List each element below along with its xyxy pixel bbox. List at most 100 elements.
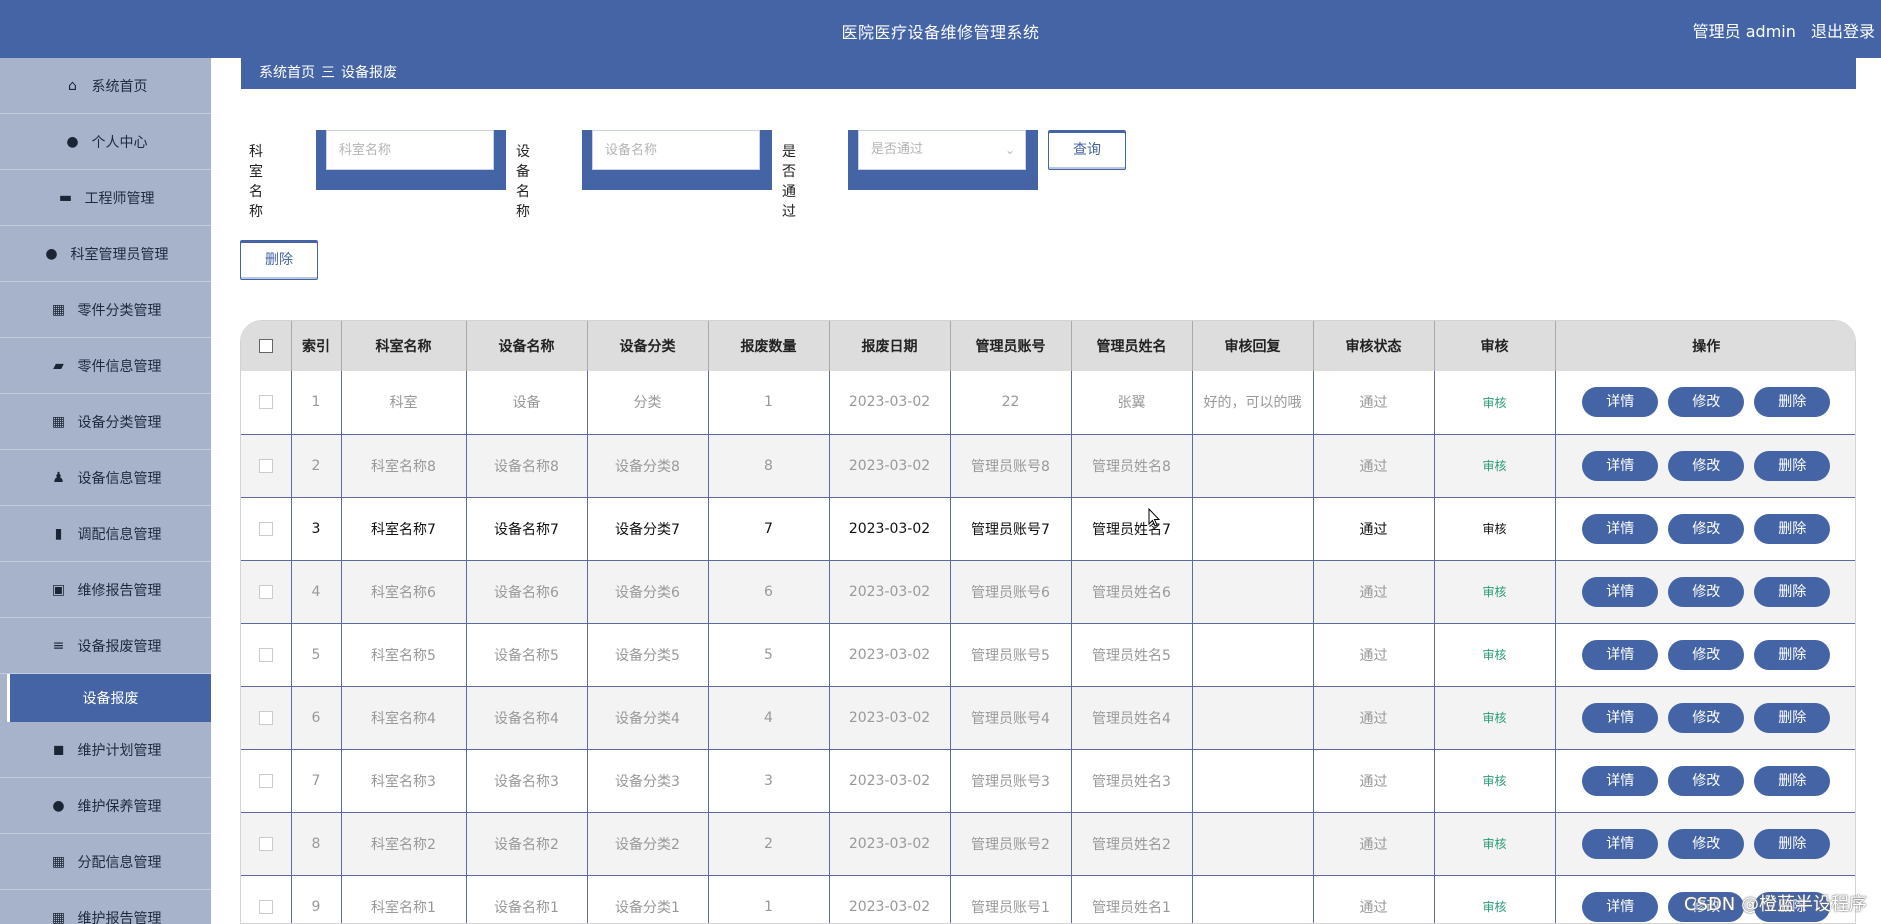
sidebar-item[interactable]: ▦ 分配信息管理 xyxy=(0,834,211,890)
audit-link[interactable]: 审核 xyxy=(1434,749,1556,813)
logout-link[interactable]: 退出登录 xyxy=(1811,22,1875,41)
row-checkbox[interactable] xyxy=(258,395,273,410)
cell-dept: 科室名称5 xyxy=(341,623,467,687)
audit-link[interactable]: 审核 xyxy=(1434,686,1556,750)
detail-button[interactable]: 详情 xyxy=(1582,387,1659,418)
select-all-checkbox[interactable] xyxy=(258,339,273,353)
audit-link[interactable]: 审核 xyxy=(1434,434,1556,498)
delete-button[interactable]: 删除 xyxy=(1754,639,1831,670)
cell-cat: 设备分类1 xyxy=(587,875,709,923)
sidebar-item[interactable]: ≡ 设备报废管理 xyxy=(0,618,211,674)
sidebar-item[interactable]: ▰ 零件信息管理 xyxy=(0,338,211,394)
row-checkbox[interactable] xyxy=(258,836,273,851)
batch-delete-button[interactable]: 删除 xyxy=(240,240,318,280)
sidebar-item[interactable]: ● 个人中心 xyxy=(0,114,211,170)
detail-button[interactable]: 详情 xyxy=(1582,576,1659,607)
cell-dept: 科室名称8 xyxy=(341,434,467,498)
sidebar-subitem-active[interactable]: 设备报废 xyxy=(7,674,211,722)
cell-cat: 设备分类2 xyxy=(587,812,709,876)
row-checkbox[interactable] xyxy=(258,899,273,914)
row-checkbox[interactable] xyxy=(258,521,273,536)
cell-qty: 7 xyxy=(708,497,830,561)
edit-button[interactable]: 修改 xyxy=(1668,387,1745,418)
cell-date: 2023-03-02 xyxy=(829,497,951,561)
sidebar-item[interactable]: ▦ 维护报告管理 xyxy=(0,890,211,924)
edit-button[interactable]: 修改 xyxy=(1668,828,1745,859)
edit-button[interactable]: 修改 xyxy=(1668,639,1745,670)
column-header: 报废日期 xyxy=(829,321,951,371)
edit-button[interactable]: 修改 xyxy=(1668,765,1745,796)
row-select-cell xyxy=(241,560,292,624)
delete-button[interactable]: 删除 xyxy=(1754,576,1831,607)
cell-status: 通过 xyxy=(1313,812,1435,876)
cell-qty: 8 xyxy=(708,434,830,498)
row-select-cell xyxy=(241,812,292,876)
audit-link[interactable]: 审核 xyxy=(1434,371,1556,435)
cell-date: 2023-03-02 xyxy=(829,686,951,750)
cell-device: 设备名称5 xyxy=(466,623,588,687)
detail-button[interactable]: 详情 xyxy=(1582,513,1659,544)
delete-button[interactable]: 删除 xyxy=(1754,828,1831,859)
edit-button[interactable]: 修改 xyxy=(1668,576,1745,607)
delete-button[interactable]: 删除 xyxy=(1754,450,1831,481)
query-button[interactable]: 查询 xyxy=(1048,130,1126,170)
sidebar-item[interactable]: ◼ 维护计划管理 xyxy=(0,722,211,778)
sidebar-item[interactable]: ⌂ 系统首页 xyxy=(0,58,211,114)
sidebar-item-label: 零件分类管理 xyxy=(77,302,162,319)
detail-button[interactable]: 详情 xyxy=(1582,702,1659,733)
row-select-cell xyxy=(241,875,292,923)
sidebar-item-label: 系统首页 xyxy=(91,78,148,95)
delete-button[interactable]: 删除 xyxy=(1754,765,1831,796)
sidebar-item-label: 个人中心 xyxy=(91,134,148,151)
audit-link[interactable]: 审核 xyxy=(1434,497,1556,561)
select-all-cell xyxy=(241,321,292,371)
detail-button[interactable]: 详情 xyxy=(1582,891,1659,922)
clipboard-icon: ▮ xyxy=(54,525,63,542)
breadcrumb-home[interactable]: 系统首页 xyxy=(259,65,315,81)
audit-link[interactable]: 审核 xyxy=(1434,812,1556,876)
cell-device: 设备名称7 xyxy=(466,497,588,561)
sidebar-item[interactable]: ▣ 维修报告管理 xyxy=(0,562,211,618)
edit-button[interactable]: 修改 xyxy=(1668,702,1745,733)
row-select-cell xyxy=(241,749,292,813)
actions-cell: 详情 修改 删除 xyxy=(1555,560,1855,624)
audit-link[interactable]: 审核 xyxy=(1434,875,1556,923)
sidebar-item[interactable]: ▬ 工程师管理 xyxy=(0,170,211,226)
row-checkbox[interactable] xyxy=(258,647,273,662)
row-checkbox[interactable] xyxy=(258,458,273,473)
sidebar-item[interactable]: ▮ 调配信息管理 xyxy=(0,506,211,562)
cell-idx: 2 xyxy=(291,434,342,498)
edit-button[interactable]: 修改 xyxy=(1668,450,1745,481)
detail-button[interactable]: 详情 xyxy=(1582,765,1659,796)
row-checkbox[interactable] xyxy=(258,710,273,725)
device-search-input[interactable] xyxy=(592,130,760,170)
cell-dept: 科室名称7 xyxy=(341,497,467,561)
detail-button[interactable]: 详情 xyxy=(1582,639,1659,670)
sidebar-item[interactable]: ▦ 零件分类管理 xyxy=(0,282,211,338)
cell-idx: 5 xyxy=(291,623,342,687)
cell-cat: 设备分类4 xyxy=(587,686,709,750)
delete-button[interactable]: 删除 xyxy=(1754,513,1831,544)
audit-link[interactable]: 审核 xyxy=(1434,560,1556,624)
dept-search-input[interactable] xyxy=(326,130,494,170)
cell-reply: 好的，可以的哦 xyxy=(1192,371,1314,435)
delete-button[interactable]: 删除 xyxy=(1754,702,1831,733)
cell-cat: 设备分类7 xyxy=(587,497,709,561)
row-checkbox[interactable] xyxy=(258,773,273,788)
sidebar-item[interactable]: ▦ 设备分类管理 xyxy=(0,394,211,450)
pass-select[interactable]: 是否通过 ⌄ xyxy=(858,130,1026,170)
row-select-cell xyxy=(241,686,292,750)
cell-acct: 管理员账号1 xyxy=(950,875,1072,923)
cell-reply xyxy=(1192,749,1314,813)
sidebar-item[interactable]: ♟ 设备信息管理 xyxy=(0,450,211,506)
sidebar-item[interactable]: ● 科室管理员管理 xyxy=(0,226,211,282)
edit-button[interactable]: 修改 xyxy=(1668,513,1745,544)
row-checkbox[interactable] xyxy=(258,584,273,599)
sidebar-item-label: 零件信息管理 xyxy=(77,358,162,375)
detail-button[interactable]: 详情 xyxy=(1582,828,1659,859)
cell-reply xyxy=(1192,875,1314,923)
detail-button[interactable]: 详情 xyxy=(1582,450,1659,481)
sidebar-item[interactable]: ● 维护保养管理 xyxy=(0,778,211,834)
delete-button[interactable]: 删除 xyxy=(1754,387,1831,418)
audit-link[interactable]: 审核 xyxy=(1434,623,1556,687)
